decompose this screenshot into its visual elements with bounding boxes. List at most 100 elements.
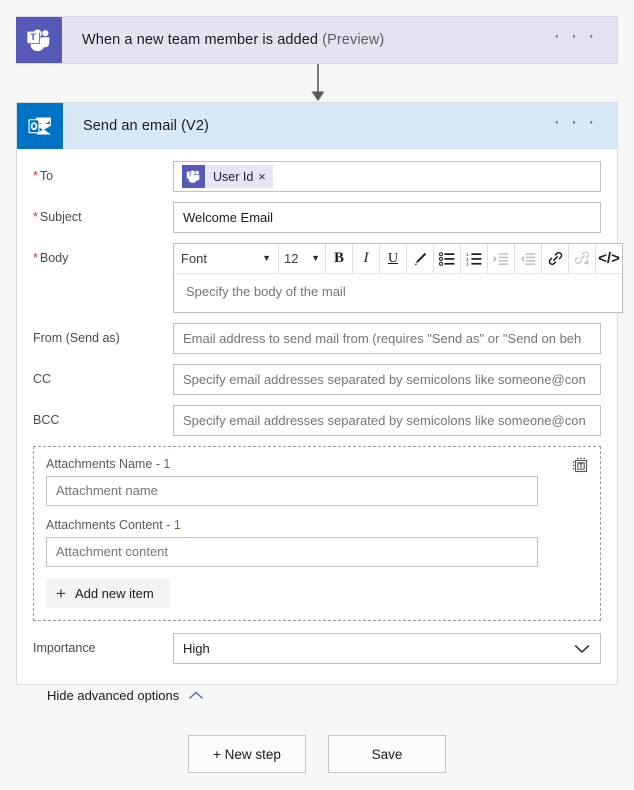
code-view-button[interactable]: </>	[596, 244, 622, 273]
trigger-title-text: When a new team member is added	[82, 32, 319, 48]
label-body-text: Body	[39, 251, 69, 265]
italic-button[interactable]: I	[353, 244, 379, 273]
label-subject: * Subject	[33, 202, 173, 224]
hide-advanced-options-toggle[interactable]: Hide advanced options	[47, 688, 204, 703]
token-label: User Id	[213, 169, 254, 184]
attachments-name-label: Attachments Name - 1	[46, 457, 588, 472]
svg-text:T: T	[579, 463, 583, 470]
label-cc: CC	[33, 372, 52, 386]
outlook-icon	[17, 102, 63, 149]
bulleted-list-icon	[439, 251, 455, 266]
underline-icon: U	[387, 250, 399, 266]
field-row-from: From (Send as) Email address to send mai…	[33, 323, 601, 354]
rich-text-toolbar: Font ▼ 12 ▼ B I U 1 2 3 </>	[174, 244, 622, 274]
control-cc: Specify email addresses separated by sem…	[173, 364, 601, 395]
chevron-down-icon: ▼	[311, 253, 320, 263]
numbered-list-button[interactable]: 1 2 3	[461, 244, 487, 273]
from-input[interactable]: Email address to send mail from (require…	[173, 323, 601, 354]
action-card-send-email: Send an email (V2) · · · * To T User Id …	[16, 102, 623, 703]
new-step-button[interactable]: + New step	[188, 735, 306, 773]
pen-icon	[414, 252, 427, 265]
attachments-name-index: 1	[163, 457, 171, 471]
add-new-item-button[interactable]: + Add new item	[46, 579, 170, 608]
decrease-indent-button[interactable]	[515, 244, 541, 273]
chevron-down-icon	[574, 644, 590, 653]
bold-button[interactable]: B	[326, 244, 352, 273]
remove-link-button[interactable]	[569, 244, 595, 273]
add-new-item-label: Add new item	[74, 586, 154, 601]
bold-icon: B	[333, 250, 344, 266]
hide-advanced-options-label: Hide advanced options	[47, 688, 180, 703]
label-to-text: To	[39, 169, 54, 183]
body-editor-area[interactable]: Specify the body of the mail	[174, 274, 622, 312]
control-subject: Welcome Email	[173, 202, 601, 233]
label-importance: Importance	[33, 641, 96, 655]
font-size-dropdown[interactable]: 12 ▼	[279, 244, 325, 273]
field-row-cc: CC Specify email addresses separated by …	[33, 364, 601, 395]
action-card-header[interactable]: Send an email (V2) · · ·	[17, 102, 617, 149]
plus-icon: +	[56, 584, 66, 603]
numbered-list-icon: 1 2 3	[466, 252, 482, 266]
label-body: * Body	[33, 243, 173, 265]
subject-input[interactable]: Welcome Email	[173, 202, 601, 233]
attachment-content-input[interactable]: Attachment content	[46, 537, 538, 567]
chevron-up-icon	[188, 691, 204, 700]
teams-icon: T	[182, 165, 205, 188]
link-icon	[548, 251, 562, 266]
insert-link-button[interactable]	[542, 244, 568, 273]
bcc-input[interactable]: Specify email addresses separated by sem…	[173, 405, 601, 436]
flow-connector-arrow	[308, 64, 328, 102]
required-asterisk: *	[33, 169, 38, 183]
flow-designer-canvas: T When a new team member is added (Previ…	[0, 0, 634, 790]
token-user-id[interactable]: T User Id ×	[182, 165, 273, 188]
attachments-content-index: 1	[173, 518, 181, 532]
control-from: Email address to send mail from (require…	[173, 323, 601, 354]
trigger-more-menu-button[interactable]: · · ·	[553, 26, 617, 49]
control-to: T User Id ×	[173, 161, 601, 192]
trigger-title: When a new team member is added (Preview…	[62, 32, 553, 48]
preview-tag: (Preview)	[322, 32, 385, 48]
required-asterisk: *	[33, 210, 38, 224]
attachments-name-label-text: Attachments Name -	[46, 457, 164, 471]
attachments-content-label: Attachments Content - 1	[46, 518, 216, 533]
label-bcc: BCC	[33, 413, 60, 427]
importance-dropdown[interactable]: High	[173, 633, 601, 664]
font-family-value: Font	[181, 251, 208, 266]
importance-value: High	[183, 641, 210, 656]
close-icon[interactable]: ×	[258, 170, 273, 183]
increase-indent-button[interactable]	[488, 244, 514, 273]
action-card-body: * To T User Id × * Subject Welcome Email…	[17, 149, 623, 705]
chevron-down-icon: ▼	[262, 253, 271, 263]
svg-text:T: T	[30, 32, 36, 43]
control-body: Font ▼ 12 ▼ B I U 1 2 3 </> Specify the …	[173, 243, 623, 313]
attachments-group: T Attachments Name - 1 Attachment name A…	[33, 446, 601, 621]
save-button[interactable]: Save	[328, 735, 446, 773]
underline-button[interactable]: U	[380, 244, 406, 273]
text-highlight-button[interactable]	[407, 244, 433, 273]
font-size-value: 12	[284, 251, 299, 266]
field-row-body: * Body Font ▼ 12 ▼ B I U 1 2 3 </> Speci…	[33, 243, 623, 313]
delete-icon[interactable]: T	[571, 455, 591, 475]
label-from: From (Send as)	[33, 331, 120, 345]
control-importance: High	[173, 633, 601, 664]
label-subject-text: Subject	[39, 210, 82, 224]
bulleted-list-button[interactable]	[434, 244, 460, 273]
field-row-subject: * Subject Welcome Email	[33, 202, 601, 233]
action-more-menu-button[interactable]: · · ·	[553, 112, 617, 135]
indent-icon	[493, 252, 509, 265]
field-row-to: * To T User Id ×	[33, 161, 601, 192]
svg-text:3: 3	[466, 261, 469, 265]
attachment-name-input[interactable]: Attachment name	[46, 476, 538, 506]
font-family-dropdown[interactable]: Font ▼	[174, 244, 278, 273]
code-icon: </>	[598, 250, 620, 267]
control-bcc: Specify email addresses separated by sem…	[173, 405, 601, 436]
trigger-card[interactable]: T When a new team member is added (Previ…	[16, 16, 618, 64]
outdent-icon	[520, 252, 536, 265]
cc-input[interactable]: Specify email addresses separated by sem…	[173, 364, 601, 395]
rich-text-editor: Font ▼ 12 ▼ B I U 1 2 3 </> Specify the …	[173, 243, 623, 313]
label-to: * To	[33, 161, 173, 183]
required-asterisk: *	[33, 251, 38, 265]
to-input[interactable]: T User Id ×	[173, 161, 601, 192]
unlink-icon	[574, 251, 589, 265]
attachments-content-label-text: Attachments Content -	[46, 518, 174, 532]
